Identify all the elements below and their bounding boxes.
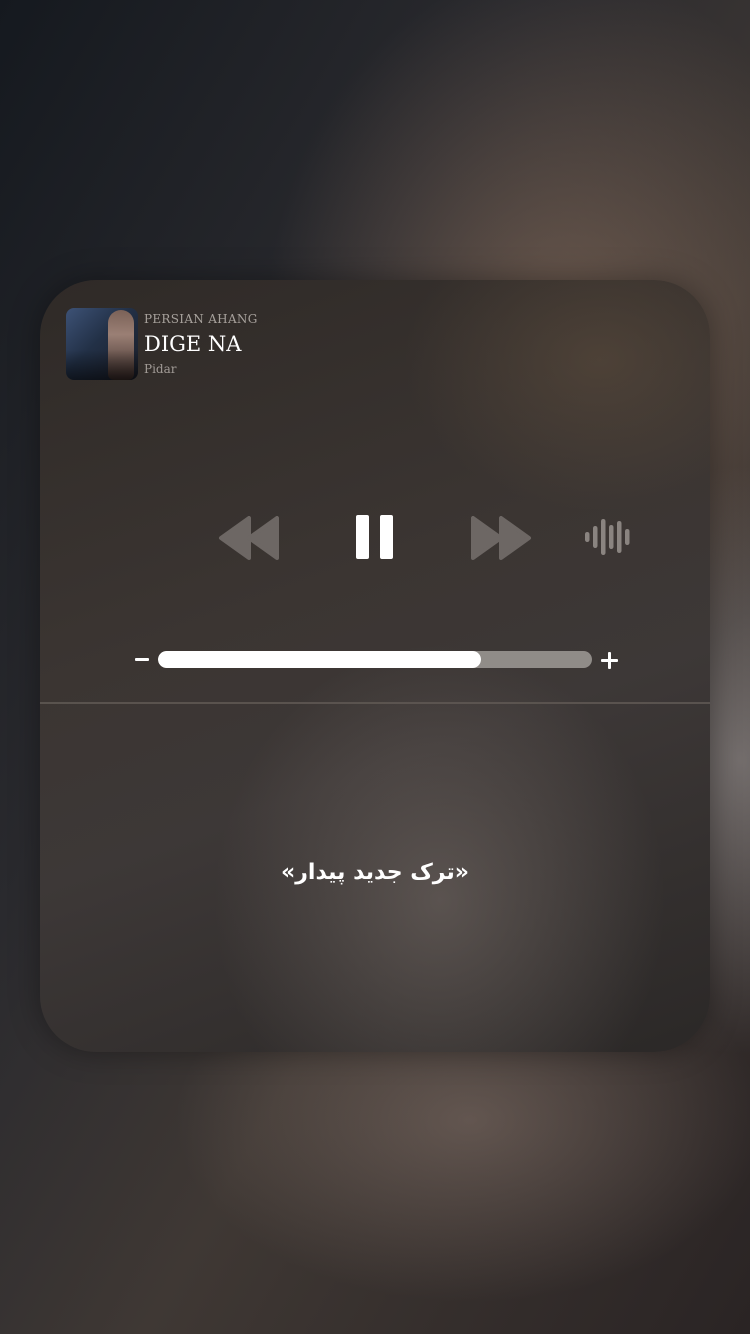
artwork-shade: [66, 350, 138, 380]
album-artwork[interactable]: [66, 308, 138, 380]
volume-slider[interactable]: [158, 651, 592, 668]
waveform-icon: [585, 519, 630, 555]
rewind-button[interactable]: [218, 516, 280, 560]
track-title[interactable]: DIGE NA: [144, 332, 241, 356]
pause-button[interactable]: [356, 515, 394, 559]
rewind-icon: [219, 516, 279, 560]
plus-icon[interactable]: [601, 652, 618, 669]
divider: [40, 702, 710, 704]
volume-fill: [158, 651, 482, 668]
fast-forward-icon: [471, 516, 531, 560]
audio-output-button[interactable]: [585, 517, 635, 557]
now-playing-card: PERSIAN AHANG DIGE NA Pidar «ترک جدید پی…: [40, 280, 710, 1052]
source-label: PERSIAN AHANG: [144, 312, 258, 326]
pause-icon: [356, 515, 393, 559]
fast-forward-button[interactable]: [470, 516, 532, 560]
caption-text: «ترک جدید پیدار»: [281, 860, 469, 885]
minus-icon[interactable]: [135, 658, 149, 661]
artist-name: Pidar: [144, 362, 177, 376]
